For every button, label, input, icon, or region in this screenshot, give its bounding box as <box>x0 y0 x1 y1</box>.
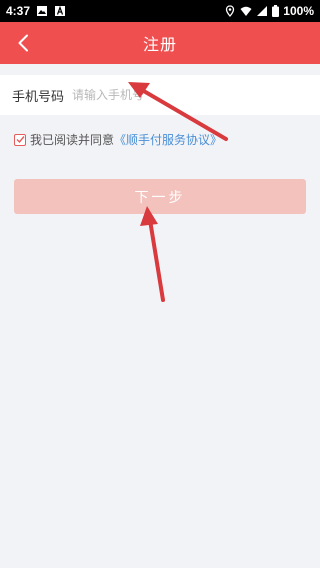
battery-icon <box>272 5 280 17</box>
phone-input[interactable] <box>72 88 292 102</box>
location-icon <box>226 5 235 17</box>
signal-icon <box>257 6 268 16</box>
checkmark-icon <box>16 136 25 144</box>
page-title: 注册 <box>142 35 177 54</box>
agreement-text: 我已阅读并同意 <box>30 133 115 147</box>
service-agreement-link[interactable]: 《顺手付服务协议》 <box>114 131 222 148</box>
annotation-arrow-button <box>140 206 165 302</box>
image-icon <box>37 6 48 16</box>
phone-row: 手机号码 <box>0 75 320 115</box>
back-button[interactable] <box>6 22 40 64</box>
battery-percent: 100% <box>283 4 314 18</box>
status-bar: 4:37 100% <box>0 0 320 22</box>
next-button[interactable]: 下一步 <box>14 179 306 214</box>
notification-a-icon <box>55 5 66 16</box>
phone-label: 手机号码 <box>12 89 65 105</box>
app-header: 注册 <box>0 22 320 64</box>
chevron-left-icon <box>18 34 28 52</box>
agreement-row: 我已阅读并同意 《顺手付服务协议》 <box>14 131 222 148</box>
wifi-icon <box>240 6 252 16</box>
agreement-checkbox[interactable] <box>14 133 26 146</box>
status-time: 4:37 <box>6 4 31 18</box>
